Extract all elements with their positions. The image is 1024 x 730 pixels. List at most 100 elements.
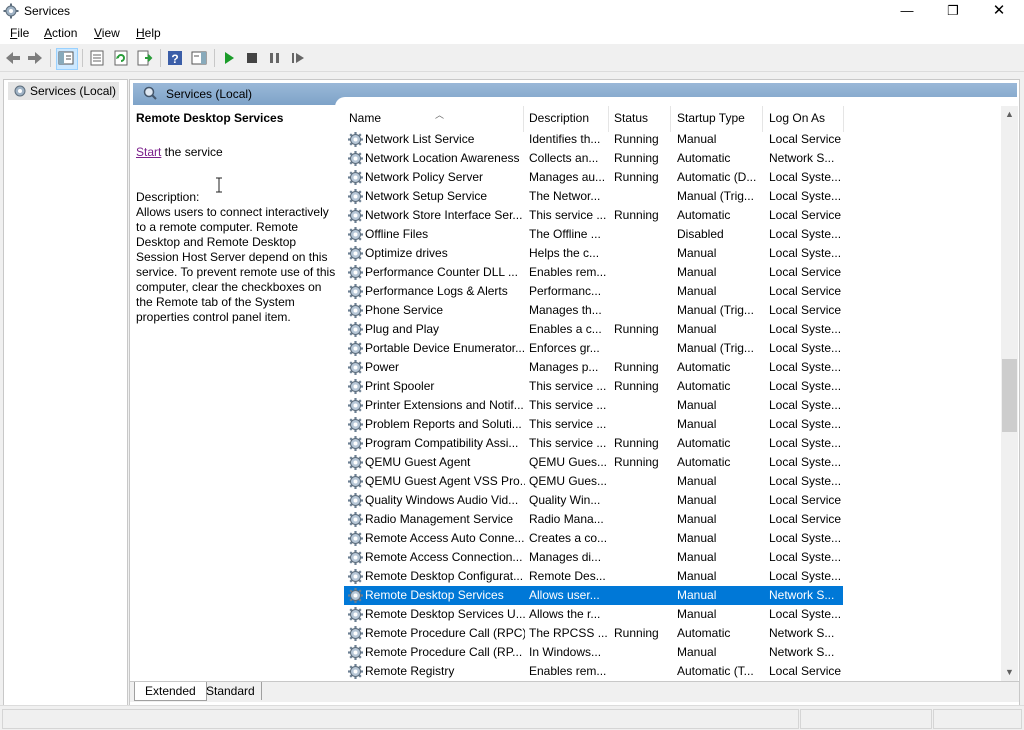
window-title: Services xyxy=(24,4,71,18)
service-row[interactable]: Remote Registry Enables rem... Automatic (… xyxy=(344,662,843,681)
service-startup-type: Manual xyxy=(677,132,717,146)
service-startup-type: Manual xyxy=(677,246,717,260)
service-row[interactable]: Remote Procedure Call (RPC) The RPCSS ...… xyxy=(344,624,843,643)
menu-file[interactable]: File xyxy=(10,26,29,40)
pause-service-icon[interactable] xyxy=(266,49,284,67)
properties-icon[interactable] xyxy=(88,49,106,67)
service-row[interactable]: Remote Procedure Call (RP... In Windows..… xyxy=(344,643,843,662)
vertical-scrollbar[interactable]: ▲ ▼ xyxy=(1001,106,1018,681)
column-header-name[interactable]: Name ︿ xyxy=(349,110,444,131)
scroll-up-icon[interactable]: ▲ xyxy=(1001,106,1018,123)
service-row[interactable]: Network Location Awareness Collects an...… xyxy=(344,149,843,168)
services-list: Name ︿ Description Status Startup Type Lo… xyxy=(344,106,999,681)
service-row[interactable]: Quality Windows Audio Vid... Quality Win.… xyxy=(344,491,843,510)
service-row[interactable]: Performance Logs & Alerts Performanc... Ma… xyxy=(344,282,843,301)
service-log-on-as: Local Syste... xyxy=(769,474,842,488)
menu-view[interactable]: View xyxy=(94,26,120,40)
menu-help[interactable]: Help xyxy=(136,26,161,40)
service-row[interactable]: Power Manages p... Running Automatic Local S… xyxy=(344,358,843,377)
tab-standard[interactable]: Standard xyxy=(200,682,262,700)
service-name: Power xyxy=(365,360,400,374)
service-row[interactable]: Remote Desktop Configurat... Remote Des..… xyxy=(344,567,843,586)
show-hide-action-pane-icon[interactable] xyxy=(190,49,208,67)
back-icon[interactable] xyxy=(4,49,22,67)
service-startup-type: Automatic xyxy=(677,455,731,469)
service-row[interactable]: Remote Access Connection... Manages di...… xyxy=(344,548,843,567)
scroll-thumb[interactable] xyxy=(1002,359,1017,432)
service-startup-type: Manual xyxy=(677,322,717,336)
service-row[interactable]: Phone Service Manages th... Manual (Trig..… xyxy=(344,301,843,320)
service-startup-type: Automatic xyxy=(677,436,731,450)
service-log-on-as: Local Service xyxy=(769,512,842,526)
service-description: The RPCSS ... xyxy=(529,626,608,640)
service-row[interactable]: Printer Extensions and Notif... This serv… xyxy=(344,396,843,415)
tree-item-services-local[interactable]: Services (Local) xyxy=(8,82,120,100)
service-row[interactable]: Network Store Interface Ser... This servi… xyxy=(344,206,843,225)
menu-action[interactable]: Action xyxy=(44,26,77,40)
service-log-on-as: Local Syste... xyxy=(769,246,842,260)
service-description: Manages au... xyxy=(529,170,606,184)
service-row[interactable]: QEMU Guest Agent QEMU Gues... Running Autom… xyxy=(344,453,843,472)
column-header-startup-type[interactable]: Startup Type xyxy=(677,110,745,131)
refresh-icon[interactable] xyxy=(112,49,130,67)
service-row[interactable]: Plug and Play Enables a c... Running Manual… xyxy=(344,320,843,339)
service-description: This service ... xyxy=(529,379,607,393)
export-list-icon[interactable] xyxy=(136,49,154,67)
close-button[interactable]: ✕ xyxy=(976,0,1022,23)
service-startup-type: Automatic (D... xyxy=(677,170,757,184)
service-description: Collects an... xyxy=(529,151,599,165)
service-name: Problem Reports and Soluti... xyxy=(365,417,522,431)
maximize-button[interactable]: ❐ xyxy=(930,0,976,23)
service-row[interactable]: Network Policy Server Manages au... Runnin… xyxy=(344,168,843,187)
service-name: Network Setup Service xyxy=(365,189,488,203)
service-row[interactable]: Print Spooler This service ... Running Auto… xyxy=(344,377,843,396)
start-service-icon[interactable] xyxy=(220,49,238,67)
tab-extended[interactable]: Extended xyxy=(134,682,207,701)
service-startup-type: Manual xyxy=(677,398,717,412)
service-description: This service ... xyxy=(529,417,607,431)
service-row[interactable]: Optimize drives Helps the c... Manual Local… xyxy=(344,244,843,263)
service-row[interactable]: QEMU Guest Agent VSS Pro... QEMU Gues... M… xyxy=(344,472,843,491)
service-gear-icon xyxy=(347,435,364,452)
column-header-description[interactable]: Description xyxy=(529,110,589,131)
restart-service-icon[interactable] xyxy=(289,49,307,67)
help-icon[interactable]: ? xyxy=(166,49,184,67)
service-row[interactable]: Remote Access Auto Conne... Creates a co.… xyxy=(344,529,843,548)
service-description: Manages th... xyxy=(529,303,602,317)
service-row[interactable]: Remote Desktop Services Allows user... Man… xyxy=(344,586,843,605)
service-gear-icon xyxy=(347,359,364,376)
service-gear-icon xyxy=(347,587,364,604)
service-name: Offline Files xyxy=(365,227,429,241)
column-header-log-on-as[interactable]: Log On As xyxy=(769,110,825,131)
service-row[interactable]: Program Compatibility Assi... This servic… xyxy=(344,434,843,453)
start-service-link[interactable]: Start xyxy=(136,145,161,159)
service-row[interactable]: Network List Service Identifies th... Runn… xyxy=(344,130,843,149)
service-row[interactable]: Performance Counter DLL ... Enables rem..… xyxy=(344,263,843,282)
services-gear-icon xyxy=(14,85,26,97)
service-row[interactable]: Remote Desktop Services U... Allows the r… xyxy=(344,605,843,624)
service-status: Running xyxy=(614,170,659,184)
service-row[interactable]: Portable Device Enumerator... Enforces gr… xyxy=(344,339,843,358)
service-row[interactable]: Offline Files The Offline ... Disabled Loca… xyxy=(344,225,843,244)
minimize-button[interactable]: — xyxy=(884,0,930,23)
service-row[interactable]: Radio Management Service Radio Mana... Man… xyxy=(344,510,843,529)
show-hide-console-tree-icon[interactable] xyxy=(56,48,78,70)
service-description: Enables rem... xyxy=(529,664,607,678)
service-log-on-as: Local Syste... xyxy=(769,569,842,583)
service-startup-type: Automatic xyxy=(677,151,731,165)
forward-icon[interactable] xyxy=(26,49,44,67)
service-description: Manages di... xyxy=(529,550,602,564)
service-gear-icon xyxy=(347,207,364,224)
service-log-on-as: Local Syste... xyxy=(769,607,842,621)
service-row[interactable]: Network Setup Service The Networ... Manual… xyxy=(344,187,843,206)
stop-service-icon[interactable] xyxy=(243,49,261,67)
scroll-down-icon[interactable]: ▼ xyxy=(1001,664,1018,681)
service-description: The Networ... xyxy=(529,189,601,203)
service-row[interactable]: Problem Reports and Soluti... This servic… xyxy=(344,415,843,434)
service-log-on-as: Local Service xyxy=(769,284,842,298)
service-startup-type: Manual xyxy=(677,588,717,602)
column-header-status[interactable]: Status xyxy=(614,110,648,131)
service-description: Quality Win... xyxy=(529,493,601,507)
main-header-title: Services (Local) xyxy=(166,87,253,101)
service-description: This service ... xyxy=(529,208,607,222)
